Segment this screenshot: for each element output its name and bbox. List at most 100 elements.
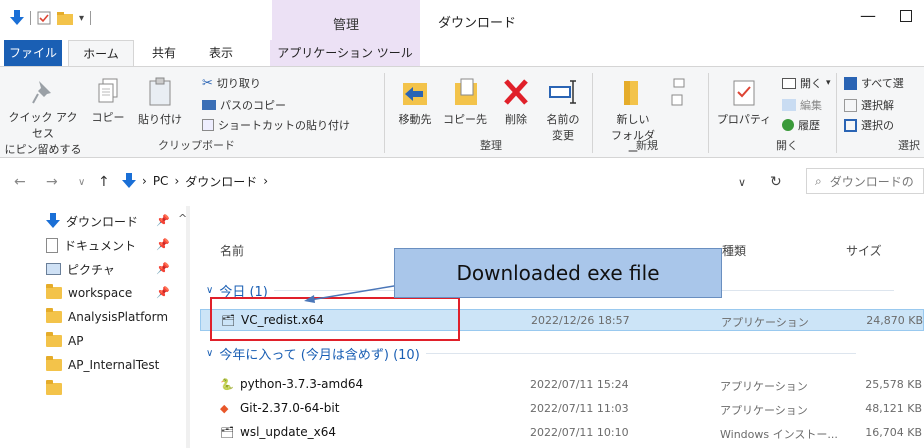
select-none-icon	[844, 98, 857, 112]
nav-item-pictures[interactable]: ピクチャ	[46, 258, 115, 280]
tab-file[interactable]: ファイル	[4, 40, 62, 66]
address-dropdown-chevron-icon[interactable]: ∨	[738, 176, 746, 189]
file-size: 16,704 KB	[865, 426, 922, 439]
column-header-name[interactable]: 名前	[220, 242, 244, 259]
invert-selection-button[interactable]: 選択の	[844, 117, 894, 133]
nav-item-label: ピクチャ	[67, 262, 115, 277]
file-name: Git-2.37.0-64-bit	[240, 401, 340, 415]
pin-quick-access-button[interactable]: クイック アクセス にピン留めする	[4, 77, 82, 157]
nav-item-downloads[interactable]: ダウンロード	[46, 210, 138, 232]
nav-item-workspace[interactable]: workspace	[46, 282, 132, 304]
column-header-size[interactable]: サイズ	[846, 242, 882, 259]
select-none-button[interactable]: 選択解	[844, 97, 894, 113]
paste-button[interactable]: 貼り付け	[130, 77, 190, 127]
nav-item-partial[interactable]	[46, 378, 62, 400]
copy-button[interactable]: コピー	[88, 77, 128, 125]
recent-locations-chevron-icon[interactable]: ∨	[78, 177, 85, 188]
chevron-down-icon: ▾	[826, 78, 831, 88]
minimize-button[interactable]: —	[860, 6, 876, 25]
cut-button[interactable]: ✂ 切り取り	[202, 75, 261, 91]
title-bar: ▾ 管理 ダウンロード —	[0, 0, 924, 40]
tab-home[interactable]: ホーム	[68, 40, 134, 66]
copy-path-label: パスのコピー	[220, 99, 286, 112]
new-folder-icon[interactable]	[57, 11, 73, 25]
search-input[interactable]: ⌕ ダウンロードの	[806, 168, 924, 194]
file-size: 25,578 KB	[865, 378, 922, 391]
cut-label: 切り取り	[216, 77, 261, 90]
file-date: 2022/07/11 10:10	[530, 426, 629, 439]
select-all-icon	[844, 76, 857, 90]
column-header-type[interactable]: 種類	[722, 242, 782, 259]
file-size: 48,121 KB	[865, 402, 922, 415]
file-type: アプリケーション	[720, 404, 808, 417]
table-row[interactable]: ◆ Git-2.37.0-64-bit 2022/07/11 11:03 アプリ…	[200, 398, 924, 420]
copy-path-button[interactable]: パスのコピー	[202, 97, 286, 113]
download-arrow-icon	[122, 173, 136, 188]
up-arrow-icon[interactable]: ↑	[98, 174, 110, 190]
properties-button[interactable]: プロパティ	[716, 77, 772, 127]
invert-selection-icon	[844, 118, 857, 132]
navigation-pane: ダウンロード 📌 ^ ドキュメント 📌 ピクチャ 📌 workspace 📌 A…	[0, 206, 190, 448]
group-label-new: 新規	[636, 139, 658, 152]
address-bar[interactable]: › PC › ダウンロード ›	[118, 168, 718, 194]
rename-label-line2: 変更	[552, 129, 574, 142]
nav-scrollbar[interactable]	[186, 206, 190, 448]
breadcrumb-pc[interactable]: PC	[153, 174, 169, 188]
move-to-button[interactable]: 移動先	[392, 77, 438, 127]
nav-item-ap[interactable]: AP	[46, 330, 83, 352]
nav-item-analysisplatform[interactable]: AnalysisPlatform	[46, 306, 168, 328]
breadcrumb-downloads[interactable]: ダウンロード	[185, 173, 257, 190]
window-title: ダウンロード	[438, 16, 517, 31]
history-icon	[782, 119, 794, 131]
history-button[interactable]: 履歴	[782, 117, 820, 133]
clipboard-icon	[149, 77, 171, 106]
group-label-clipboard: クリップボード	[158, 139, 235, 152]
tab-application-tools[interactable]: アプリケーション ツール	[270, 40, 420, 66]
pin-icon: 📌	[156, 214, 170, 227]
group-header-this-year[interactable]: ∨ 今年に入って (今月は含めず) (10)	[206, 344, 856, 363]
pin-icon	[32, 81, 51, 104]
delete-x-icon	[504, 79, 528, 105]
back-arrow-icon[interactable]: ←	[14, 174, 26, 190]
document-icon	[46, 237, 58, 253]
refresh-icon[interactable]: ↻	[770, 174, 782, 190]
nav-item-label: ドキュメント	[64, 238, 137, 253]
nav-item-documents[interactable]: ドキュメント	[46, 234, 136, 256]
python-icon: 🐍	[220, 378, 234, 391]
folder-icon	[46, 284, 62, 299]
select-all-button[interactable]: すべて選	[844, 75, 904, 91]
folder-icon	[46, 380, 62, 395]
divider	[30, 11, 31, 25]
rename-button[interactable]: 名前の 変更	[542, 77, 584, 143]
delete-button[interactable]: 削除	[496, 77, 536, 127]
pin-label-line1: クイック アクセス	[8, 111, 78, 140]
new-item-icon[interactable]	[670, 77, 690, 113]
breadcrumb-separator: ›	[142, 174, 147, 188]
chevron-down-icon: ∨	[206, 285, 214, 296]
nav-item-ap-internaltest[interactable]: AP_InternalTest	[46, 354, 159, 376]
file-size: 24,870 KB	[866, 314, 923, 327]
nav-item-label: ダウンロード	[66, 214, 139, 229]
select-none-label: 選択解	[861, 99, 894, 112]
file-date: 2022/07/11 15:24	[530, 378, 629, 391]
open-button[interactable]: 開く ▾	[782, 75, 831, 91]
copy-to-button[interactable]: コピー先	[440, 77, 490, 127]
tab-view[interactable]: 表示	[196, 40, 246, 66]
copy-icon	[98, 78, 118, 103]
rename-icon	[549, 80, 576, 104]
tab-share[interactable]: 共有	[142, 40, 186, 66]
paste-shortcut-label: ショートカットの貼り付け	[218, 119, 350, 132]
paste-shortcut-button[interactable]: ショートカットの貼り付け	[202, 117, 350, 133]
maximize-button[interactable]	[900, 10, 912, 22]
forward-arrow-icon[interactable]: →	[46, 174, 58, 190]
callout-annotation: Downloaded exe file	[394, 248, 722, 298]
edit-button[interactable]: 編集	[782, 97, 822, 113]
customize-dropdown-icon[interactable]: ▾	[79, 13, 84, 24]
invert-selection-label: 選択の	[861, 119, 894, 132]
table-row[interactable]: 🐍 python-3.7.3-amd64 2022/07/11 15:24 アプ…	[200, 374, 924, 396]
installer-icon: 🗂	[220, 426, 234, 439]
download-arrow-icon[interactable]	[10, 10, 24, 26]
properties-check-icon[interactable]	[37, 11, 51, 25]
delete-label: 削除	[505, 113, 527, 126]
table-row[interactable]: 🗂 wsl_update_x64 2022/07/11 10:10 Window…	[200, 422, 924, 444]
